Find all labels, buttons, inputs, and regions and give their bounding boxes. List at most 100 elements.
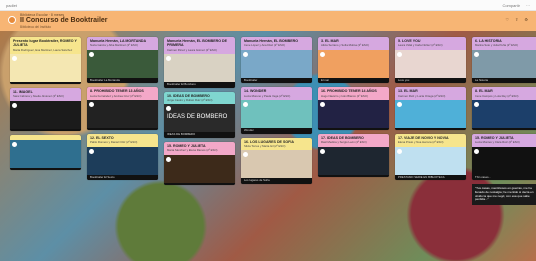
post-header: 3. EL MAR Alicia Serrano y Sofía Molina (… bbox=[318, 37, 389, 50]
post-card[interactable]: 8. EL MAR Irene Campos y Lola Rey (2º ESO… bbox=[472, 87, 536, 130]
post-card[interactable]: 16. LOS LUGARES DE SOFIA Silvia Torres y … bbox=[241, 137, 312, 184]
post-card[interactable]: 16. PROHIBIDO TENER 14 AÑOS Hugo Navarro … bbox=[318, 87, 389, 130]
post-card[interactable]: 10. IDEAS DE BOMBERO Jorge Castro y Rubén… bbox=[164, 91, 235, 138]
video-title-overlay: IDEAS DE BOMBERO bbox=[167, 114, 228, 121]
post-title: 8. EL MAR bbox=[475, 89, 493, 94]
play-icon[interactable] bbox=[474, 148, 479, 154]
play-icon[interactable] bbox=[166, 106, 171, 112]
like-icon[interactable]: ♡ bbox=[505, 17, 509, 22]
post-header: 13. EL MAR Carmen Ruiz y Lucía Ortega (2º… bbox=[395, 87, 466, 100]
post-media[interactable] bbox=[318, 99, 389, 128]
play-icon[interactable] bbox=[397, 51, 402, 57]
post-card[interactable]: 3. EL MAR Alicia Serrano y Sofía Molina (… bbox=[318, 37, 389, 84]
post-header: Presento lugar Booktrailer, ROMEO Y JULI… bbox=[10, 37, 81, 54]
post-caption: Thin cases... bbox=[472, 174, 536, 181]
post-card[interactable]: Manuela Hernán, EL BOMBERO DE PRIMERA Car… bbox=[164, 37, 235, 88]
board-subtitle: Biblioteca del Instituto bbox=[20, 25, 52, 29]
play-icon[interactable] bbox=[243, 152, 248, 158]
post-title: Manuela Hernán, EL BOMBERO DE PRIMERA bbox=[167, 39, 228, 48]
play-icon[interactable] bbox=[474, 101, 479, 107]
share-link[interactable]: Compartir bbox=[502, 3, 520, 8]
play-icon[interactable] bbox=[12, 102, 17, 108]
post-media[interactable] bbox=[472, 146, 536, 175]
post-card[interactable]: 14. WONDER Lucía Moreno y Paula Vega (2º … bbox=[241, 87, 312, 134]
play-icon[interactable] bbox=[166, 55, 171, 61]
post-authors: Nuria García y Alba Martínez (2º ESO) bbox=[90, 43, 138, 48]
post-media[interactable] bbox=[395, 99, 466, 128]
play-icon[interactable] bbox=[243, 101, 248, 107]
more-menu[interactable]: ··· bbox=[526, 3, 530, 8]
post-caption bbox=[164, 182, 235, 185]
play-icon[interactable] bbox=[89, 51, 94, 57]
post-caption: Love you bbox=[395, 77, 466, 84]
post-card[interactable]: 12. EL SEXTO Pablo Romero y Daniel Ortiz … bbox=[87, 133, 158, 181]
board-title: II Concurso de Booktrailer bbox=[20, 17, 108, 24]
post-media[interactable]: IDEAS DE BOMBERO bbox=[164, 104, 235, 133]
post-card[interactable]: Manuela Hernán, LA MORTANDA Nuria García … bbox=[87, 37, 158, 84]
board-column: 3. EL MAR Alicia Serrano y Sofía Molina (… bbox=[318, 37, 389, 177]
post-media[interactable] bbox=[10, 53, 81, 82]
post-card[interactable]: 17. IDEAS DE BOMBERO Raúl Medina y Sergio… bbox=[318, 133, 389, 177]
post-media[interactable] bbox=[164, 154, 235, 183]
post-title: 14. WONDER bbox=[244, 89, 267, 94]
post-media[interactable] bbox=[241, 99, 312, 128]
settings-icon[interactable]: ⚙ bbox=[524, 17, 528, 22]
post-card[interactable]: 15. ROMEO Y JULIETA María Sánchez y Elena… bbox=[164, 141, 235, 185]
post-card[interactable]: Manuela Hernán, EL BOMBERO Irene López y … bbox=[241, 37, 312, 84]
play-icon[interactable] bbox=[320, 101, 325, 107]
post-media[interactable] bbox=[87, 99, 158, 128]
play-icon[interactable] bbox=[320, 51, 325, 57]
post-card[interactable]: 15. ROMEO Y JULIETA Lucía Montes y Clara … bbox=[472, 133, 536, 181]
post-header: 8. EL MAR Irene Campos y Lola Rey (2º ESO… bbox=[472, 87, 536, 100]
post-card[interactable]: 6. LA HISTORIA Marina Soto y Julia Peña (… bbox=[472, 37, 536, 84]
post-header: Manuela Hernán, EL BOMBERO Irene López y … bbox=[241, 37, 312, 50]
post-media[interactable] bbox=[164, 53, 235, 82]
header-actions: ♡ ⇪ ⚙ bbox=[505, 17, 528, 22]
post-authors: Carmen Ruiz y Lucía Ortega (2º ESO) bbox=[398, 93, 446, 98]
post-card[interactable]: 5. LOVE YOU Laura Vidal y Carla Núñez (2º… bbox=[395, 37, 466, 84]
post-card[interactable]: 13. EL MAR Carmen Ruiz y Lucía Ortega (2º… bbox=[395, 87, 466, 130]
post-authors: María Sánchez y Elena Ramos (2º ESO) bbox=[167, 148, 218, 153]
play-icon[interactable] bbox=[243, 51, 248, 57]
play-icon[interactable] bbox=[397, 101, 402, 107]
play-icon[interactable] bbox=[397, 148, 402, 154]
post-authors: Lucía Fernández y Andrea Cruz (2º ESO) bbox=[90, 93, 142, 98]
post-caption bbox=[10, 167, 81, 170]
browser-title: padlet bbox=[6, 2, 17, 8]
play-icon[interactable] bbox=[12, 141, 17, 147]
post-media[interactable] bbox=[10, 100, 81, 129]
play-icon[interactable] bbox=[89, 101, 94, 107]
post-card[interactable]: 8. PROHIBIDO TENER 13 AÑOS Lucía Fernánde… bbox=[87, 87, 158, 130]
post-header: 14. WONDER Lucía Moreno y Paula Vega (2º … bbox=[241, 87, 312, 100]
post-header: 16. PROHIBIDO TENER 14 AÑOS Hugo Navarro … bbox=[318, 87, 389, 100]
post-media[interactable] bbox=[472, 99, 536, 128]
play-icon[interactable] bbox=[12, 55, 17, 61]
post-caption bbox=[87, 127, 158, 130]
post-media[interactable] bbox=[318, 146, 389, 175]
play-icon[interactable] bbox=[320, 148, 325, 154]
post-media[interactable] bbox=[87, 49, 158, 78]
board-header: Biblioteca Escolar · 8 meses II Concurso… bbox=[0, 11, 536, 31]
post-authors: Irene Campos y Lola Rey (2º ESO) bbox=[475, 93, 519, 98]
post-media[interactable] bbox=[241, 49, 312, 78]
post-title: 16. PROHIBIDO TENER 14 AÑOS bbox=[321, 89, 377, 94]
post-header: Manuela Hernán, LA MORTANDA Nuria García … bbox=[87, 37, 158, 50]
post-card[interactable]: 17. VIAJE DE NOVIO Y NOVIA Elena Prieto y… bbox=[395, 133, 466, 181]
share-icon[interactable]: ⇪ bbox=[515, 17, 518, 22]
post-card[interactable]: 11. IMAGEL Sara Cabrera y Noelia Jiménez … bbox=[10, 87, 81, 131]
post-media[interactable] bbox=[472, 49, 536, 78]
play-icon[interactable] bbox=[474, 51, 479, 57]
post-media[interactable] bbox=[10, 139, 81, 168]
post-media[interactable] bbox=[241, 150, 312, 179]
post-authors: Hugo Navarro y Iván Blanco (2º ESO) bbox=[321, 93, 368, 98]
post-card[interactable]: Presento lugar Booktrailer, ROMEO Y JULI… bbox=[10, 37, 81, 84]
post-media[interactable] bbox=[395, 146, 466, 175]
post-card[interactable] bbox=[10, 134, 81, 170]
post-media[interactable] bbox=[318, 49, 389, 78]
play-icon[interactable] bbox=[166, 156, 171, 162]
browser-bar: padlet Compartir ··· bbox=[0, 0, 536, 11]
play-icon[interactable] bbox=[89, 148, 94, 154]
post-media[interactable] bbox=[395, 49, 466, 78]
post-media[interactable] bbox=[87, 146, 158, 175]
post-authors: Jorge Castro y Rubén Ruiz (2º ESO) bbox=[167, 97, 213, 102]
